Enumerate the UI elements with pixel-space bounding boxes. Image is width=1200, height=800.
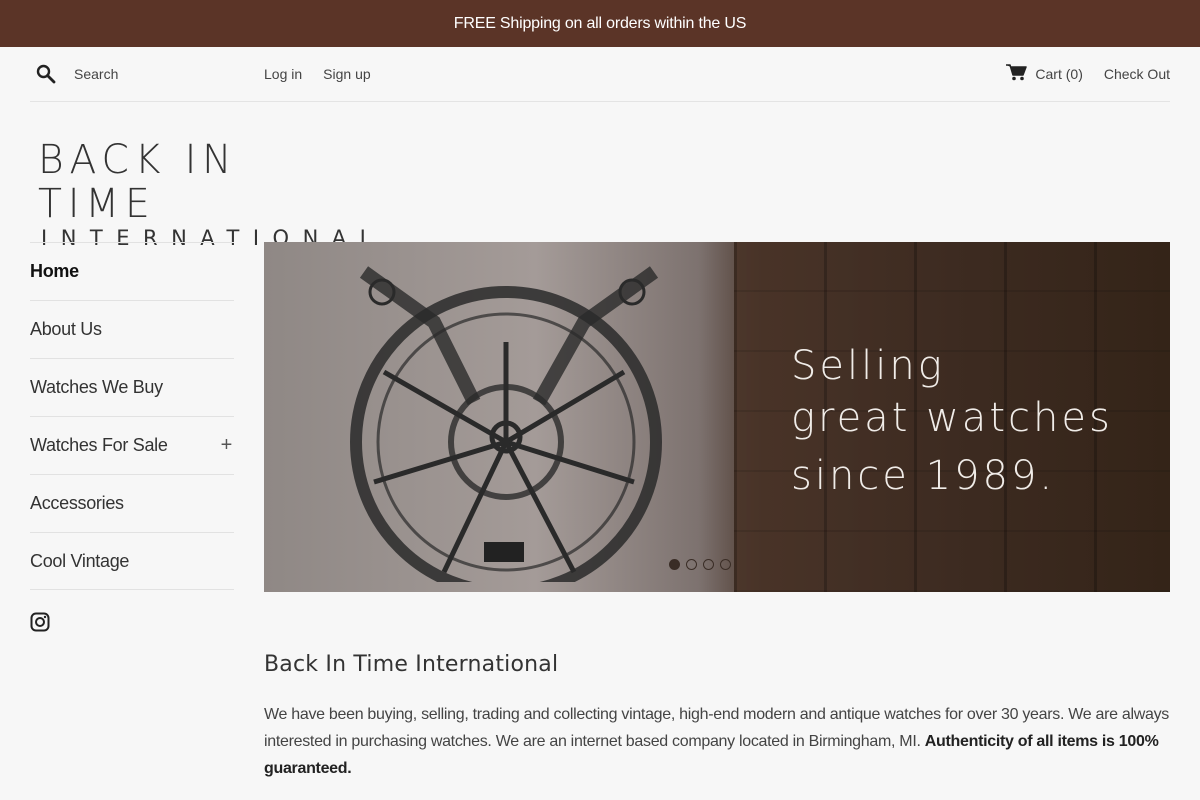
cart-area: Cart (0) Check Out	[1006, 64, 1170, 84]
announcement-text: FREE Shipping on all orders within the U…	[453, 14, 747, 32]
search-icon[interactable]	[36, 64, 56, 84]
sidebar-item-label: Cool Vintage	[30, 550, 130, 571]
hero-slideshow[interactable]: Selling great watches since 1989.	[264, 242, 1170, 592]
expand-plus-icon[interactable]: +	[221, 434, 233, 457]
slide-dots	[669, 559, 731, 570]
sidebar-item-accessories[interactable]: Accessories	[30, 474, 234, 532]
sidebar-item-label: Watches For Sale	[30, 435, 168, 455]
hero-line-1: Selling	[791, 343, 945, 389]
sidebar-item-watches-we-buy[interactable]: Watches We Buy	[30, 358, 234, 416]
slide-dot[interactable]	[669, 559, 680, 570]
intro-paragraph: We have been buying, selling, trading an…	[264, 706, 1169, 777]
sidebar-nav: Home About Us Watches We Buy Watches For…	[30, 242, 234, 590]
main-content: Back In Time International We have been …	[264, 652, 1170, 782]
hero-caption: Selling great watches since 1989.	[791, 340, 1113, 502]
checkout-link[interactable]: Check Out	[1104, 66, 1170, 82]
sidebar-item-about-us[interactable]: About Us	[30, 300, 234, 358]
sidebar-item-label: Accessories	[30, 493, 124, 513]
slide-dot[interactable]	[720, 559, 731, 570]
search-form	[30, 64, 264, 84]
cart-link[interactable]: Cart (0)	[1006, 64, 1083, 84]
site-logo[interactable]: BACK IN TIME INTERNATIONAL	[38, 138, 371, 250]
cart-label: Cart (0)	[1035, 66, 1083, 82]
sidebar-item-label: Home	[30, 261, 79, 281]
sidebar-item-label: Watches We Buy	[30, 377, 163, 397]
top-bar: Log in Sign up Cart (0) Check Out	[30, 47, 1170, 102]
page-title: Back In Time International	[264, 652, 559, 677]
login-link[interactable]: Log in	[264, 66, 302, 82]
hero-line-2: great watches	[791, 395, 1113, 441]
slide-dot[interactable]	[686, 559, 697, 570]
cart-icon	[1006, 64, 1028, 84]
sidebar-item-label: About Us	[30, 319, 102, 339]
slide-dot[interactable]	[703, 559, 714, 570]
logo-line-1: BACK IN TIME	[38, 137, 238, 227]
sidebar-item-cool-vintage[interactable]: Cool Vintage	[30, 532, 234, 590]
sidebar-item-watches-for-sale[interactable]: Watches For Sale +	[30, 416, 234, 474]
hero-line-3: since 1989.	[791, 453, 1056, 499]
announcement-bar: FREE Shipping on all orders within the U…	[0, 0, 1200, 47]
search-input[interactable]	[74, 66, 244, 82]
instagram-icon[interactable]	[30, 612, 50, 632]
signup-link[interactable]: Sign up	[323, 66, 370, 82]
watch-escapement-illustration	[350, 266, 662, 582]
account-links: Log in Sign up	[264, 66, 371, 82]
sidebar-item-home[interactable]: Home	[30, 242, 234, 300]
